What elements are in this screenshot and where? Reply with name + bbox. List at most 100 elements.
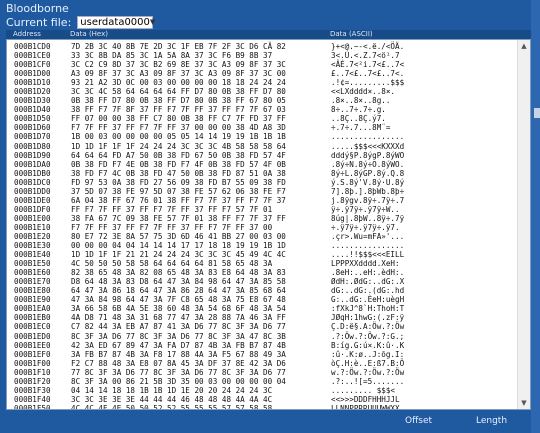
hex-row[interactable]: 000B1E90 47 3A 84 98 64 47 3A 7F C8 65 48…: [7, 295, 519, 304]
row-hex-data: 3C 3C 3E 3E 3E 44 44 44 46 48 48 48 4A 4…: [71, 394, 273, 404]
hex-row[interactable]: 000B1D40 38 FF F7 7F 8F 37 FF F7 7F FF 37…: [7, 105, 519, 114]
row-hex-data: FD 97 53 0A 38 FD 27 56 09 38 FD B7 55 0…: [71, 177, 286, 187]
hex-row[interactable]: 000B1D00 A3 09 8F 37 3C A3 09 8F 37 3C A3…: [7, 69, 519, 78]
hex-row[interactable]: 000B1E80 64 47 3A 86 18 64 47 3A 86 28 64…: [7, 286, 519, 295]
hex-row[interactable]: 000B1D30 0B 38 FF D7 80 0B 38 FF D7 80 0B…: [7, 96, 519, 105]
row-address: 000B1CF0: [14, 60, 51, 70]
vertical-scrollbar[interactable]: ▲ ▼: [517, 40, 530, 409]
scroll-up-icon[interactable]: ▲: [518, 41, 530, 51]
hex-row[interactable]: 000B1DE0 6A 04 38 FF 67 76 01 38 FF F7 7F…: [7, 196, 519, 205]
hex-row[interactable]: 000B1D20 3C 3C 4C 58 64 64 64 64 FF D7 80…: [7, 87, 519, 96]
row-hex-data: 6A 04 38 FF 67 76 01 38 FF F7 7F 37 FF F…: [71, 195, 286, 205]
row-ascii-data: .?:..![=5.......: [331, 376, 405, 386]
hex-row[interactable]: 000B1EC0 C7 82 44 3A EB A7 87 41 3A D6 77…: [7, 322, 519, 331]
hex-row[interactable]: 000B1D90 64 64 64 FD A7 50 0B 38 FD 67 50…: [7, 151, 519, 160]
row-address: 000B1E70: [14, 277, 51, 287]
hex-row[interactable]: 000B1EB0 4A D8 71 48 3A 31 68 77 47 3A 28…: [7, 313, 519, 322]
side-strip: [531, 0, 540, 433]
row-address: 000B1DE0: [14, 195, 51, 205]
row-address: 000B1E00: [14, 213, 51, 223]
hex-row[interactable]: 000B1E70 D8 64 48 3A 83 D8 64 47 3A 84 98…: [7, 277, 519, 286]
hex-row[interactable]: 000B1E60 82 38 65 48 3A 82 08 65 48 3A 83…: [7, 268, 519, 277]
hex-row[interactable]: 000B1D80 1D 1D 1F 1F 1F 24 24 24 3C 3C 3C…: [7, 142, 519, 151]
row-address: 000B1E40: [14, 250, 51, 260]
row-hex-data: 82 38 65 48 3A 82 08 65 48 3A 83 E8 64 4…: [71, 268, 286, 278]
row-address: 000B1EA0: [14, 304, 51, 314]
row-address: 000B1CD0: [14, 42, 51, 51]
hex-row[interactable]: 000B1F20 8C 3F 3A 00 86 21 5B 3D 35 00 03…: [7, 377, 519, 386]
row-ascii-data: ......... $$$<: [331, 385, 396, 395]
row-hex-data: 38 FF F7 7F 8F 37 FF F7 7F FF 37 FF F7 7…: [71, 105, 286, 115]
hex-row[interactable]: 000B1DC0 FD 97 53 0A 38 FD 27 56 09 38 FD…: [7, 178, 519, 187]
hex-row[interactable]: 000B1E40 1D 1D 1F 1F 21 21 24 24 24 3C 3C…: [7, 250, 519, 259]
hex-row[interactable]: 000B1CD0 7D 2B 3C 40 8B 7E 2D 3C 1F EB 7F…: [7, 42, 519, 51]
row-hex-data: A3 09 8F 37 3C A3 09 8F 37 3C A3 09 8F 3…: [71, 69, 286, 79]
hex-column-header: Data (Hex): [70, 30, 108, 38]
hex-view-panel[interactable]: 000B1CD0 7D 2B 3C 40 8B 7E 2D 3C 1F EB 7F…: [6, 39, 531, 410]
row-ascii-data: }+<@.~-<.ë./<ÖÄ.: [331, 42, 405, 51]
hex-row[interactable]: 000B1DD0 37 5D 07 38 FE 97 5D 07 38 FE 57…: [7, 187, 519, 196]
hex-row[interactable]: 000B1E50 4C 50 50 50 58 58 64 64 64 64 81…: [7, 259, 519, 268]
chevron-down-icon: ▼: [149, 18, 156, 26]
row-hex-data: 3A 66 58 6B 4A 5E 38 60 48 3A 54 68 6F 4…: [71, 304, 286, 314]
hex-row[interactable]: 000B1ED0 8C 3F 3A D6 77 8C 3F 3A D6 77 8C…: [7, 332, 519, 341]
row-address: 000B1E90: [14, 295, 51, 305]
hex-row[interactable]: 000B1F00 F2 C7 88 48 3A E8 07 8A 45 3A DF…: [7, 359, 519, 368]
row-hex-data: 42 3A ED 67 89 47 3A FA D7 87 4B 3A FB B…: [71, 340, 286, 350]
row-ascii-data: B:íg.G:ú×.K:û·.K: [331, 340, 405, 350]
hex-row[interactable]: 000B1DF0 FF F7 7F FF 37 FF F7 7F FF 37 FF…: [7, 205, 519, 214]
row-hex-data: 1D 1D 1F 1F 21 21 24 24 24 3C 3C 3C 45 4…: [71, 250, 286, 260]
hex-row[interactable]: 000B1CF0 3C C2 C9 8D 37 3C B2 69 8E 37 3C…: [7, 60, 519, 69]
row-ascii-data: ý.S.8ý'V.8ý·U.8ý: [331, 177, 405, 187]
file-select[interactable]: userdata0000 ▼: [77, 15, 156, 29]
row-hex-data: 0B 38 FF D7 80 0B 38 FF D7 80 0B 38 FF 6…: [71, 96, 286, 106]
row-ascii-data: .8×..8×..8g..: [331, 96, 391, 106]
hex-row[interactable]: 000B1F30 04 14 14 18 18 1B 1B 1D 1E 20 20…: [7, 386, 519, 395]
row-address: 000B1D60: [14, 123, 51, 133]
hex-row[interactable]: 000B1E20 80 E7 72 3E 8A 57 75 3D 6D 46 41…: [7, 232, 519, 241]
hex-row[interactable]: 000B1D70 1B 00 03 00 00 00 00 05 05 14 14…: [7, 132, 519, 141]
row-address: 000B1EE0: [14, 340, 51, 350]
hex-row[interactable]: 000B1D10 93 21 A2 3D 0C 00 03 00 00 00 00…: [7, 78, 519, 87]
hex-row[interactable]: 000B1E10 F7 7F FF 37 FF F7 7F FF 37 FF F7…: [7, 223, 519, 232]
row-ascii-data: ................: [331, 132, 405, 142]
hex-row[interactable]: 000B1CE0 33 3C 8B DA 85 3C 1A 5A 8A 37 3C…: [7, 51, 519, 60]
hex-row[interactable]: 000B1F10 77 8C 3F 3A D6 77 8C 3F 3A D6 77…: [7, 368, 519, 377]
row-hex-data: FF 07 00 00 38 FF C7 80 0B 38 FF C7 7F F…: [71, 114, 286, 124]
hex-row[interactable]: 000B1F40 3C 3C 3E 3E 3E 44 44 44 46 48 48…: [7, 395, 519, 404]
row-hex-data: 64 47 3A 86 18 64 47 3A 86 28 64 47 3A 8…: [71, 286, 286, 296]
hex-row[interactable]: 000B1EE0 42 3A ED 67 89 47 3A FA D7 87 4B…: [7, 341, 519, 350]
row-ascii-data: .8eH:..eH:.èdH:.: [331, 268, 405, 278]
row-address: 000B1D30: [14, 96, 51, 106]
row-ascii-data: .?:Öw.?:Öw.?:G.;: [331, 331, 405, 341]
row-hex-data: 8C 3F 3A D6 77 8C 3F 3A D6 77 8C 3F 3A 4…: [71, 331, 286, 341]
hex-row[interactable]: 000B1DA0 0B 38 FD F7 4E 0B 38 FD F7 4F 0B…: [7, 160, 519, 169]
row-ascii-data: <<>>>DDDFHHHJJL: [331, 394, 400, 404]
hex-row[interactable]: 000B1E30 00 00 00 04 04 14 14 14 17 17 18…: [7, 241, 519, 250]
scroll-down-icon[interactable]: ▼: [518, 398, 530, 408]
hex-row[interactable]: 000B1D50 FF 07 00 00 38 FF C7 80 0B 38 FF…: [7, 114, 519, 123]
row-hex-data: 3A FB B7 87 4B 3A F8 17 88 4A 3A F5 67 8…: [71, 349, 286, 359]
hex-row[interactable]: 000B1D60 F7 7F FF 37 FF F7 7F FF 37 00 00…: [7, 123, 519, 132]
hex-row[interactable]: 000B1EF0 3A FB B7 87 4B 3A F8 17 88 4A 3A…: [7, 350, 519, 359]
row-address: 000B1E10: [14, 222, 51, 232]
row-ascii-data: dddý§P.8ýgP.8ýWO: [331, 150, 405, 160]
row-address: 000B1D20: [14, 87, 51, 97]
row-address: 000B1EF0: [14, 349, 51, 359]
row-ascii-data: .8ý÷N.8ý÷O.8ýWO.: [331, 159, 405, 169]
row-address: 000B1E60: [14, 268, 51, 278]
side-strip-handle[interactable]: [534, 108, 540, 118]
row-hex-data: 0B 38 FD F7 4E 0B 38 FD F7 4F 0B 38 FD 5…: [71, 159, 286, 169]
row-address: 000B1EB0: [14, 313, 51, 323]
row-hex-data: 8C 3F 3A 00 86 21 5B 3D 35 00 03 00 00 0…: [71, 376, 286, 386]
row-hex-data: 00 00 00 04 04 14 14 14 17 17 18 18 19 1…: [71, 241, 286, 251]
hex-row[interactable]: 000B1E00 38 FA 67 7C 09 38 FE 57 7F 01 38…: [7, 214, 519, 223]
row-address: 000B1DC0: [14, 177, 51, 187]
row-ascii-data: w.?:Öw.?:Öw.?:Öw: [331, 367, 405, 377]
hex-row[interactable]: 000B1EA0 3A 66 58 6B 4A 5E 38 60 48 3A 54…: [7, 304, 519, 313]
current-file-label: Current file:: [6, 15, 72, 29]
row-address: 000B1CE0: [14, 51, 51, 61]
row-ascii-data: ....!!$$$<<<EILL: [331, 250, 405, 260]
row-address: 000B1D40: [14, 105, 51, 115]
hex-row[interactable]: 000B1DB0 38 FD F7 4C 0B 38 FD 47 50 0B 38…: [7, 169, 519, 178]
